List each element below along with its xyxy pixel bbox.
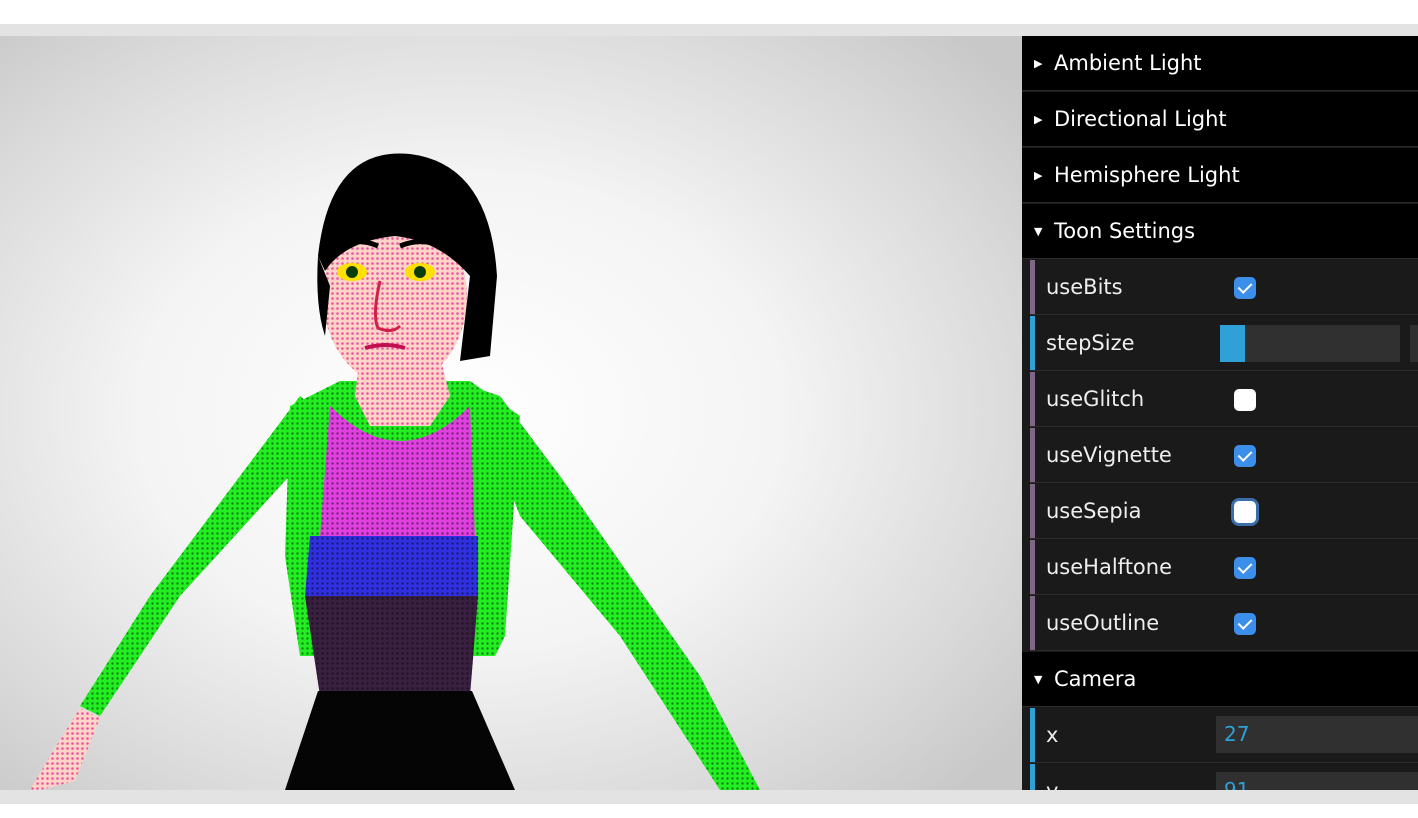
number-stripe — [1030, 764, 1035, 790]
usebits-checkbox[interactable] — [1234, 277, 1256, 299]
control-label: useHalftone — [1046, 555, 1172, 579]
control-usehalftone: useHalftone — [1030, 540, 1418, 595]
useoutline-checkbox[interactable] — [1234, 613, 1256, 635]
toon-character-render — [30, 153, 760, 790]
triangle-right-icon: ▶ — [1034, 169, 1043, 182]
folder-directional-light[interactable]: ▶ Directional Light — [1022, 92, 1418, 147]
control-label: x — [1046, 723, 1059, 747]
number-stripe — [1030, 316, 1035, 370]
control-usesepia: useSepia — [1030, 484, 1418, 539]
folder-label: Ambient Light — [1054, 51, 1202, 75]
control-label: useVignette — [1046, 443, 1172, 467]
usehalftone-checkbox[interactable] — [1234, 557, 1256, 579]
triangle-down-icon: ▼ — [1034, 673, 1043, 686]
boolean-stripe — [1030, 484, 1035, 538]
folder-label: Toon Settings — [1054, 219, 1196, 243]
folder-toon-settings[interactable]: ▼ Toon Settings — [1022, 204, 1418, 259]
stepsize-slider-fill — [1220, 325, 1246, 362]
control-usebits: useBits — [1030, 260, 1418, 315]
top-frame-bar — [0, 24, 1418, 36]
control-label: useGlitch — [1046, 387, 1145, 411]
boolean-stripe — [1030, 540, 1035, 594]
control-label: useSepia — [1046, 499, 1142, 523]
useglitch-checkbox[interactable] — [1234, 389, 1256, 411]
folder-label: Camera — [1054, 667, 1137, 691]
boolean-stripe — [1030, 260, 1035, 314]
control-label: y — [1046, 764, 1058, 790]
control-label: useOutline — [1046, 611, 1160, 635]
page-bottom-margin — [0, 804, 1418, 818]
stepsize-value-field[interactable] — [1410, 325, 1418, 362]
boolean-stripe — [1030, 372, 1035, 426]
folder-hemisphere-light[interactable]: ▶ Hemisphere Light — [1022, 148, 1418, 203]
control-camera-x: x 27 — [1030, 708, 1418, 763]
camera-x-input[interactable]: 27 — [1216, 716, 1418, 753]
triangle-down-icon: ▼ — [1034, 225, 1043, 238]
folder-ambient-light[interactable]: ▶ Ambient Light — [1022, 36, 1418, 91]
control-label: stepSize — [1046, 331, 1135, 355]
folder-label: Directional Light — [1054, 107, 1227, 131]
control-useglitch: useGlitch — [1030, 372, 1418, 427]
dat-gui-panel: ▶ Ambient Light ▶ Directional Light ▶ He… — [1022, 36, 1418, 790]
usesepia-checkbox[interactable] — [1234, 501, 1256, 523]
control-usevignette: useVignette — [1030, 428, 1418, 483]
triangle-right-icon: ▶ — [1034, 57, 1043, 70]
stepsize-slider[interactable] — [1220, 325, 1400, 362]
camera-y-input[interactable]: 91 — [1216, 772, 1418, 790]
page-top-margin — [0, 0, 1418, 24]
control-stepsize: stepSize — [1030, 316, 1418, 371]
render-viewport[interactable] — [0, 36, 1022, 790]
folder-label: Hemisphere Light — [1054, 163, 1240, 187]
bottom-frame-bar — [0, 790, 1418, 804]
control-label: useBits — [1046, 275, 1123, 299]
control-camera-y: y 91 — [1030, 764, 1418, 790]
boolean-stripe — [1030, 428, 1035, 482]
triangle-right-icon: ▶ — [1034, 113, 1043, 126]
usevignette-checkbox[interactable] — [1234, 445, 1256, 467]
number-stripe — [1030, 708, 1035, 762]
folder-camera[interactable]: ▼ Camera — [1022, 652, 1418, 707]
boolean-stripe — [1030, 596, 1035, 650]
control-useoutline: useOutline — [1030, 596, 1418, 651]
